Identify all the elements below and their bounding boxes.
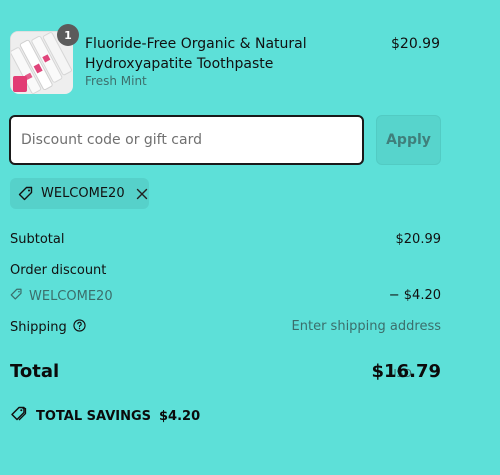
- product-name: Fluoride-Free Organic & Natural Hydroxya…: [85, 36, 307, 72]
- total-label: Total: [10, 361, 60, 382]
- product-variant: Fresh Mint: [85, 74, 147, 88]
- total-value: $16.79: [371, 361, 441, 382]
- shipping-row: Shipping: [10, 319, 86, 336]
- subtotal-value: $20.99: [395, 232, 442, 247]
- tag-icon: [18, 186, 34, 202]
- product-price: $20.99: [391, 36, 440, 52]
- tag-icon: [10, 288, 23, 305]
- order-discount-label: Order discount: [10, 263, 107, 278]
- savings-value: $4.20: [159, 408, 201, 424]
- discount-code-input[interactable]: [9, 115, 364, 165]
- close-icon[interactable]: [136, 188, 148, 200]
- savings-label: TOTAL SAVINGS: [36, 408, 152, 424]
- help-icon[interactable]: [73, 319, 86, 336]
- quantity-badge: 1: [57, 24, 79, 46]
- applied-discount-chip: WELCOME20: [10, 178, 149, 209]
- total-savings: TOTAL SAVINGS $4.20: [10, 406, 200, 426]
- savings-tag-icon: [10, 406, 28, 426]
- discount-value: − $4.20: [388, 288, 441, 303]
- applied-discount-code: WELCOME20: [41, 186, 125, 201]
- discount-code-row: WELCOME20: [10, 288, 113, 305]
- subtotal-label: Subtotal: [10, 232, 65, 247]
- shipping-label: Shipping: [10, 320, 67, 335]
- apply-discount-button[interactable]: Apply: [376, 115, 441, 165]
- shipping-value: Enter shipping address: [291, 319, 441, 334]
- discount-code-label: WELCOME20: [29, 289, 113, 304]
